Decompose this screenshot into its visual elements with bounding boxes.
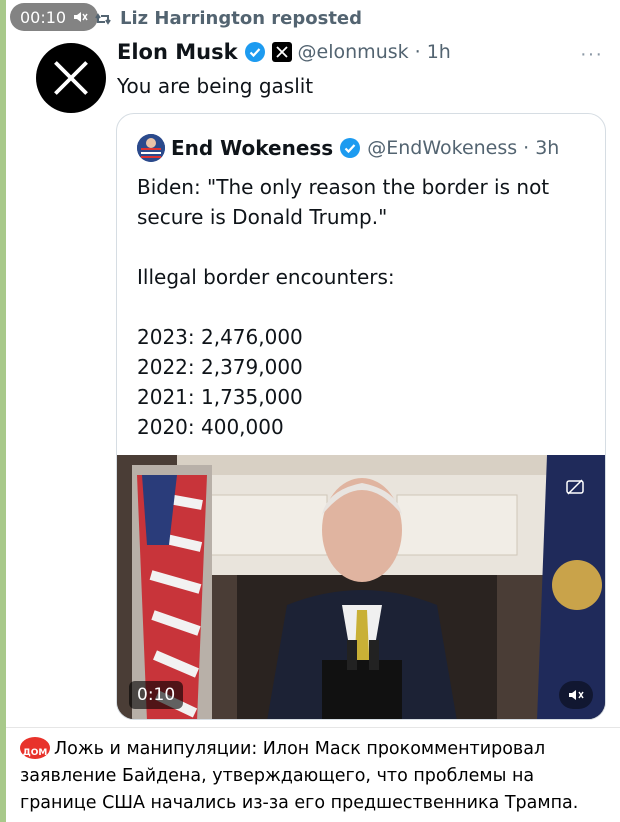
embedded-video[interactable]: 0:10 <box>117 455 605 719</box>
video-time-label: 00:10 <box>20 7 67 27</box>
message-divider <box>6 727 620 728</box>
quoted-line: 2021: 1,735,000 <box>137 385 303 409</box>
muted-speaker-icon[interactable] <box>72 9 88 25</box>
quoted-line: 2020: 400,000 <box>137 415 284 439</box>
author-handle[interactable]: @elonmusk <box>298 41 409 63</box>
quoted-line: secure is Donald Trump." <box>137 205 388 229</box>
video-frame-image <box>117 455 605 719</box>
quoted-author-handle[interactable]: @EndWokeness <box>367 137 517 159</box>
x-affiliate-icon <box>271 42 292 62</box>
quoted-header-dot: · <box>523 137 530 159</box>
chat-accent-strip <box>0 0 6 822</box>
author-name[interactable]: Elon Musk <box>117 40 238 64</box>
tweet-text: You are being gaslit <box>117 74 314 98</box>
quoted-tweet-time[interactable]: 3h <box>535 137 559 159</box>
quoted-line: Biden: "The only reason the border is no… <box>137 175 550 199</box>
tweet-header: Elon Musk @elonmusk · 1h <box>117 40 451 64</box>
x-logo-icon <box>54 61 88 95</box>
repost-icon <box>95 12 111 25</box>
quoted-line: 2023: 2,476,000 <box>137 325 303 349</box>
tweet-time[interactable]: 1h <box>427 41 451 63</box>
video-time-badge[interactable]: 00:10 <box>10 3 99 31</box>
quoted-verified-badge-icon <box>339 137 361 159</box>
video-volume-button[interactable] <box>559 681 593 709</box>
header-dot: · <box>414 41 421 63</box>
quoted-tweet-card[interactable]: End Wokeness @EndWokeness · 3h Biden: "T… <box>116 113 606 720</box>
repost-indicator: Liz Harrington reposted <box>94 8 362 29</box>
quoted-author-avatar[interactable] <box>137 134 165 162</box>
quoted-tweet-header: End Wokeness @EndWokeness · 3h <box>137 134 559 162</box>
verified-badge-icon <box>244 41 266 63</box>
caption-text: Ложь и манипуляции: Илон Маск прокоммент… <box>20 739 579 813</box>
quoted-author-name[interactable]: End Wokeness <box>171 136 333 160</box>
more-options-icon[interactable]: ··· <box>580 43 603 66</box>
channel-logo-icon: ДОМ <box>20 737 50 759</box>
author-avatar[interactable] <box>36 43 106 113</box>
message-caption: ДОМ Ложь и манипуляции: Илон Маск прокомм… <box>20 736 616 817</box>
quoted-tweet-text: Biden: "The only reason the border is no… <box>137 172 597 442</box>
caption-toggle-icon[interactable] <box>565 477 585 497</box>
video-duration-badge: 0:10 <box>129 681 184 709</box>
quoted-line: Illegal border encounters: <box>137 265 395 289</box>
muted-speaker-icon <box>569 690 584 700</box>
quoted-line: 2022: 2,379,000 <box>137 355 303 379</box>
repost-label: Liz Harrington reposted <box>120 8 363 29</box>
